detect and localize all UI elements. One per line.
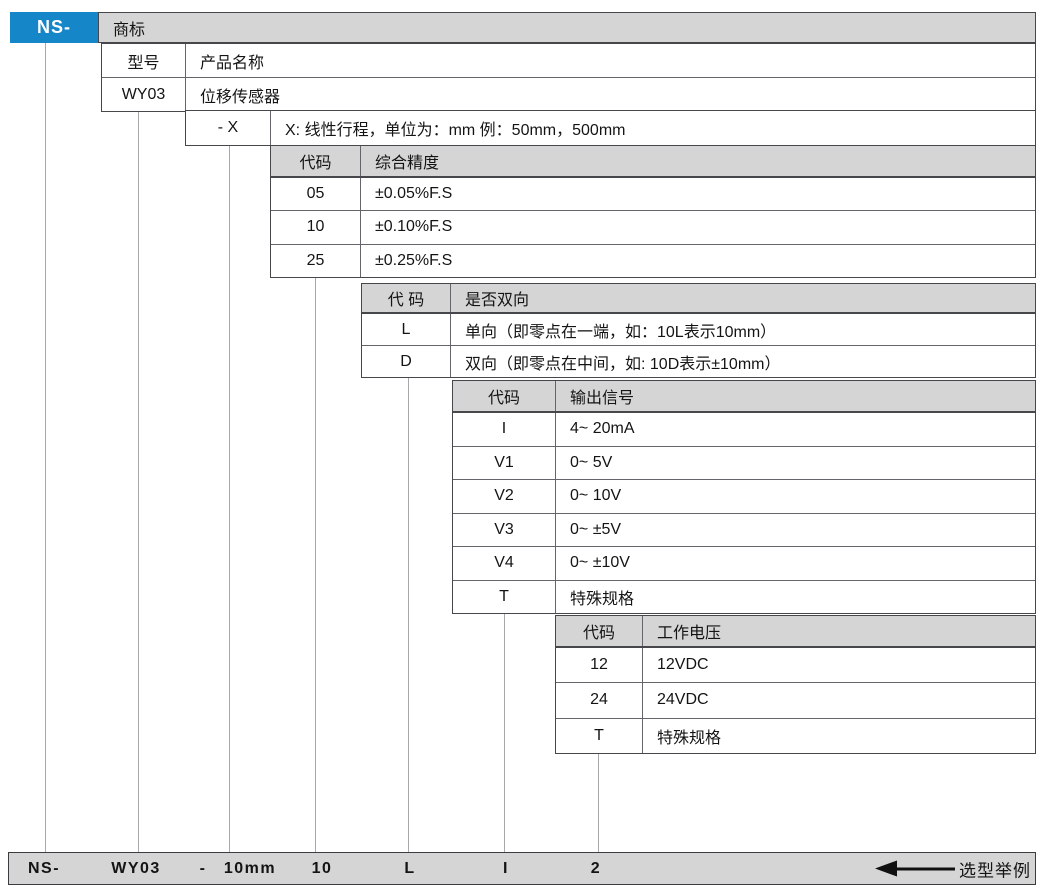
code-cell: V1 (453, 447, 556, 480)
code-cell: 25 (271, 245, 361, 277)
voltage-value-header-cell: 工作电压 (643, 616, 1035, 646)
voltage-code-header-cell: 代码 (556, 616, 643, 646)
value-cell: ±0.05%F.S (361, 178, 1035, 210)
model-header-code-cell: 型号 (102, 44, 186, 77)
prefix-code-cell: NS- (10, 12, 98, 43)
accuracy-row: 10 ±0.10%F.S (271, 211, 1035, 244)
code-cell: 24 (556, 683, 643, 717)
code-cell: V2 (453, 480, 556, 513)
example-part-stroke: 10mm (224, 860, 276, 878)
connector-line-model (138, 112, 139, 853)
value-cell: 0~ ±5V (556, 514, 1035, 547)
accuracy-table: 代码 综合精度 05 ±0.05%F.S 10 ±0.10%F.S 25 ±0.… (270, 145, 1036, 278)
connector-line-prefix (45, 43, 46, 853)
value-cell: 0~ 5V (556, 447, 1035, 480)
direction-row: L 单向（即零点在一端，如：10L表示10mm） (362, 314, 1035, 346)
value-cell: 0~ ±10V (556, 547, 1035, 580)
value-cell: ±0.25%F.S (361, 245, 1035, 277)
connector-line-accuracy (315, 278, 316, 853)
connector-line-direction (408, 378, 409, 853)
value-cell: ±0.10%F.S (361, 211, 1035, 243)
voltage-table: 代码 工作电压 12 12VDC 24 24VDC T 特殊规格 (555, 615, 1036, 754)
value-cell: 特殊规格 (556, 581, 1035, 614)
direction-table: 代 码 是否双向 L 单向（即零点在一端，如：10L表示10mm） D 双向（即… (361, 283, 1036, 378)
connector-line-output (504, 614, 505, 853)
output-row: T 特殊规格 (453, 581, 1035, 614)
voltage-header-row: 代码 工作电压 (556, 616, 1035, 648)
example-part-prefix: NS- (28, 860, 60, 878)
model-code-cell: WY03 (102, 78, 186, 111)
accuracy-value-header-cell: 综合精度 (361, 146, 1035, 176)
connector-line-stroke (229, 146, 230, 853)
direction-value-header-cell: 是否双向 (451, 284, 1035, 312)
model-header-label-cell: 产品名称 (186, 44, 1035, 77)
direction-header-row: 代 码 是否双向 (362, 284, 1035, 314)
code-cell: V3 (453, 514, 556, 547)
code-cell: 12 (556, 648, 643, 682)
accuracy-row: 05 ±0.05%F.S (271, 178, 1035, 211)
output-row: V2 0~ 10V (453, 480, 1035, 514)
value-cell: 单向（即零点在一端，如：10L表示10mm） (451, 314, 1035, 345)
direction-code-header-cell: 代 码 (362, 284, 451, 312)
accuracy-code-header-cell: 代码 (271, 146, 361, 176)
voltage-row: 24 24VDC (556, 683, 1035, 718)
output-row: V4 0~ ±10V (453, 547, 1035, 581)
example-part-model: WY03 (111, 860, 161, 878)
stroke-cells: - X X: 线性行程，单位为：mm 例：50mm，500mm (186, 111, 1035, 145)
value-cell: 4~ 20mA (556, 413, 1035, 446)
example-bar: NS- WY03 - 10mm 10 L I 2 选型举例 (8, 852, 1036, 885)
stroke-label-cell: X: 线性行程，单位为：mm 例：50mm，500mm (271, 111, 1035, 145)
arrow-left-icon (875, 861, 897, 877)
output-row: V3 0~ ±5V (453, 514, 1035, 548)
output-value-header-cell: 输出信号 (556, 381, 1035, 411)
model-header-row: 型号 产品名称 (102, 44, 1035, 78)
direction-row: D 双向（即零点在中间，如: 10D表示±10mm） (362, 346, 1035, 377)
model-selection-diagram: NS- 商标 型号 产品名称 WY03 位移传感器 - X X: 线性行程，单位… (0, 0, 1045, 894)
example-part-output: I (503, 860, 509, 878)
code-cell: 10 (271, 211, 361, 243)
output-table: 代码 输出信号 I 4~ 20mA V1 0~ 5V V2 0~ 10V V3 … (452, 380, 1036, 614)
code-cell: L (362, 314, 451, 345)
example-part-dash: - (200, 860, 207, 878)
output-row: I 4~ 20mA (453, 413, 1035, 447)
output-row: V1 0~ 5V (453, 447, 1035, 481)
example-pointer: 选型举例 (875, 856, 1031, 881)
value-cell: 0~ 10V (556, 480, 1035, 513)
example-part-voltage: 2 (591, 860, 601, 878)
value-cell: 12VDC (643, 648, 1035, 682)
code-cell: I (453, 413, 556, 446)
accuracy-header-row: 代码 综合精度 (271, 146, 1035, 178)
example-part-direction: L (404, 860, 415, 878)
model-label-cell: 位移传感器 (186, 78, 1035, 111)
code-cell: D (362, 346, 451, 377)
output-code-header-cell: 代码 (453, 381, 556, 411)
value-cell: 特殊规格 (643, 719, 1035, 753)
code-cell: V4 (453, 547, 556, 580)
example-caption: 选型举例 (959, 856, 1031, 881)
accuracy-row: 25 ±0.25%F.S (271, 245, 1035, 277)
stroke-code-cell: - X (186, 111, 271, 145)
code-cell: T (453, 581, 556, 614)
model-row: WY03 位移传感器 (102, 78, 1035, 111)
code-cell: 05 (271, 178, 361, 210)
trademark-header-cell: 商标 (98, 12, 1036, 43)
stroke-row: - X X: 线性行程，单位为：mm 例：50mm，500mm (185, 110, 1036, 146)
voltage-row: 12 12VDC (556, 648, 1035, 683)
output-header-row: 代码 输出信号 (453, 381, 1035, 413)
connector-line-voltage (598, 754, 599, 853)
voltage-row: T 特殊规格 (556, 719, 1035, 753)
value-cell: 24VDC (643, 683, 1035, 717)
model-table: 型号 产品名称 WY03 位移传感器 (101, 43, 1036, 112)
code-cell: T (556, 719, 643, 753)
example-part-accuracy: 10 (312, 860, 333, 878)
arrow-tail-line (897, 867, 955, 870)
value-cell: 双向（即零点在中间，如: 10D表示±10mm） (451, 346, 1035, 377)
